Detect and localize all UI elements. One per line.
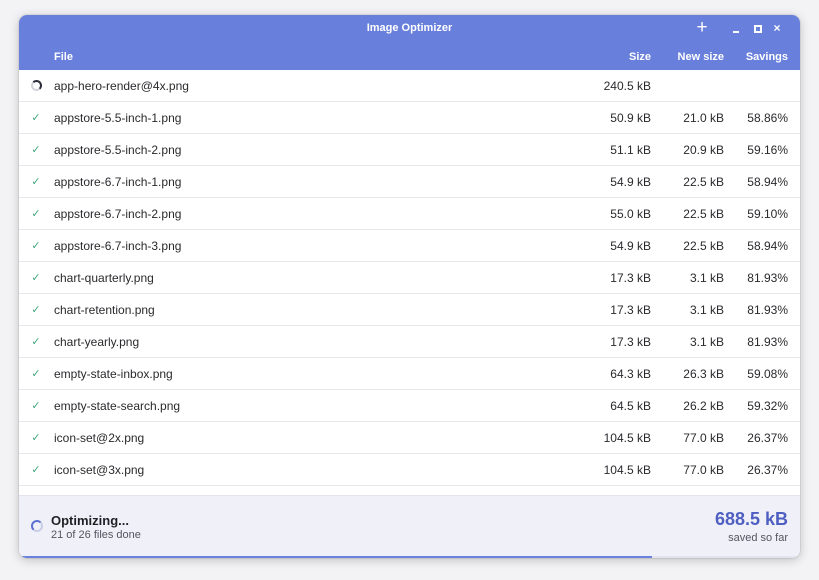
- close-button[interactable]: ×: [770, 21, 784, 35]
- file-size: 17.3 kB: [610, 335, 651, 349]
- column-header-new-size[interactable]: New size: [678, 51, 724, 63]
- file-size: 51.1 kB: [610, 143, 651, 157]
- progress-spinner-icon: [31, 520, 43, 532]
- file-savings: 59.16%: [747, 143, 788, 157]
- file-name: appstore-5.5-inch-2.png: [54, 143, 182, 157]
- file-name: icon-set@3x.png: [54, 463, 145, 477]
- check-icon: ✓: [31, 304, 41, 316]
- check-icon: ✓: [31, 240, 41, 252]
- column-header-size[interactable]: Size: [629, 51, 651, 63]
- file-new-size: 21.0 kB: [683, 111, 724, 125]
- file-savings: 26.37%: [747, 463, 788, 477]
- file-new-size: 3.1 kB: [689, 335, 724, 349]
- file-row[interactable]: ✓ appstore-5.5-inch-1.png 50.9 kB 21.0 kB 58…: [19, 102, 800, 134]
- file-name: app-hero-render@4x.png: [54, 79, 189, 93]
- check-icon: ✓: [31, 336, 41, 348]
- file-row[interactable]: ✓ chart-retention.png 17.3 kB 3.1 kB 81.93%: [19, 294, 800, 326]
- minimize-button[interactable]: [730, 21, 744, 35]
- file-row[interactable]: ✓ appstore-6.7-inch-3.png 54.9 kB 22.5 kB 58…: [19, 230, 800, 262]
- plus-icon: +: [696, 17, 708, 38]
- check-icon: ✓: [31, 112, 41, 124]
- file-row[interactable]: ✓ icon-set@2x.png 104.5 kB 77.0 kB 26.37%: [19, 422, 800, 454]
- file-new-size: 22.5 kB: [683, 239, 724, 253]
- file-row[interactable]: ✓ chart-yearly.png 17.3 kB 3.1 kB 81.93%: [19, 326, 800, 358]
- file-name: chart-quarterly.png: [54, 271, 154, 285]
- file-size: 54.9 kB: [610, 175, 651, 189]
- file-size: 104.5 kB: [603, 431, 651, 445]
- file-name: icon-set@2x.png: [54, 431, 145, 445]
- file-new-size: 22.5 kB: [683, 175, 724, 189]
- file-size: 50.9 kB: [610, 111, 651, 125]
- file-name: empty-state-search.png: [54, 399, 181, 413]
- file-row[interactable]: ✓ appstore-6.7-inch-1.png 54.9 kB 22.5 kB 58…: [19, 166, 800, 198]
- file-row[interactable]: ✓ appstore-6.7-inch-2.png 55.0 kB 22.5 kB 59…: [19, 198, 800, 230]
- file-name: appstore-5.5-inch-1.png: [54, 111, 182, 125]
- file-row[interactable]: ✓: [19, 486, 800, 495]
- file-row[interactable]: ✓ empty-state-search.png 64.5 kB 26.2 kB 59.…: [19, 390, 800, 422]
- check-icon: ✓: [31, 464, 41, 476]
- file-row[interactable]: ✓ empty-state-inbox.png 64.3 kB 26.3 kB 59.0…: [19, 358, 800, 390]
- file-row[interactable]: ✓ appstore-5.5-inch-2.png 51.1 kB 20.9 kB 59…: [19, 134, 800, 166]
- header-bar: Image Optimizer + × File Size New size S…: [19, 15, 800, 70]
- file-name: chart-retention.png: [54, 303, 155, 317]
- status-subtitle: 21 of 26 files done: [51, 529, 141, 541]
- progress-bar: [19, 556, 800, 558]
- file-savings: 59.10%: [747, 207, 788, 221]
- close-icon: ×: [773, 21, 781, 35]
- file-new-size: 22.5 kB: [683, 207, 724, 221]
- file-size: 64.3 kB: [610, 367, 651, 381]
- file-name: appstore-6.7-inch-2.png: [54, 207, 182, 221]
- file-row[interactable]: ✓ chart-quarterly.png 17.3 kB 3.1 kB 81.93%: [19, 262, 800, 294]
- file-new-size: 77.0 kB: [683, 463, 724, 477]
- file-size: 240.5 kB: [603, 79, 651, 93]
- file-savings: 58.94%: [747, 175, 788, 189]
- column-header-savings[interactable]: Savings: [746, 51, 788, 63]
- file-name: appstore-6.7-inch-3.png: [54, 239, 182, 253]
- check-icon: ✓: [31, 144, 41, 156]
- saved-amount-label: saved so far: [728, 532, 788, 544]
- file-savings: 81.93%: [747, 303, 788, 317]
- file-name: appstore-6.7-inch-1.png: [54, 175, 182, 189]
- file-size: 17.3 kB: [610, 303, 651, 317]
- file-savings: 58.94%: [747, 239, 788, 253]
- file-savings: 59.32%: [747, 399, 788, 413]
- file-size: 17.3 kB: [610, 271, 651, 285]
- file-new-size: 3.1 kB: [689, 303, 724, 317]
- file-size: 64.5 kB: [610, 399, 651, 413]
- file-size: 55.0 kB: [610, 207, 651, 221]
- file-new-size: 20.9 kB: [683, 143, 724, 157]
- file-list[interactable]: app-hero-render@4x.png 240.5 kB ✓ appstore-…: [19, 70, 800, 495]
- file-new-size: 26.3 kB: [683, 367, 724, 381]
- check-icon: ✓: [31, 272, 41, 284]
- file-new-size: 26.2 kB: [683, 399, 724, 413]
- check-icon: ✓: [31, 432, 41, 444]
- file-savings: 59.08%: [747, 367, 788, 381]
- file-savings: 81.93%: [747, 271, 788, 285]
- file-savings: 26.37%: [747, 431, 788, 445]
- spinner-icon: [31, 80, 42, 91]
- file-size: 54.9 kB: [610, 239, 651, 253]
- column-header-file[interactable]: File: [54, 51, 73, 63]
- file-name: empty-state-inbox.png: [54, 367, 173, 381]
- file-new-size: 3.1 kB: [689, 271, 724, 285]
- app-window: Image Optimizer + × File Size New size S…: [19, 15, 800, 558]
- add-files-button[interactable]: +: [693, 17, 711, 38]
- window-title: Image Optimizer: [366, 22, 453, 34]
- check-icon: ✓: [31, 176, 41, 188]
- file-name: chart-yearly.png: [54, 335, 140, 349]
- file-size: 104.5 kB: [603, 463, 651, 477]
- file-row[interactable]: ✓ icon-set@3x.png 104.5 kB 77.0 kB 26.37%: [19, 454, 800, 486]
- maximize-button[interactable]: [751, 21, 765, 35]
- check-icon: ✓: [31, 400, 41, 412]
- status-footer: Optimizing... 21 of 26 files done 688.5 …: [19, 495, 800, 558]
- file-row[interactable]: app-hero-render@4x.png 240.5 kB: [19, 70, 800, 102]
- check-icon: ✓: [31, 368, 41, 380]
- file-new-size: 77.0 kB: [683, 431, 724, 445]
- progress-bar-fill: [19, 556, 652, 558]
- file-savings: 81.93%: [747, 335, 788, 349]
- check-icon: ✓: [31, 208, 41, 220]
- status-title: Optimizing...: [51, 513, 129, 528]
- saved-amount: 688.5 kB: [714, 509, 788, 529]
- file-savings: 58.86%: [747, 111, 788, 125]
